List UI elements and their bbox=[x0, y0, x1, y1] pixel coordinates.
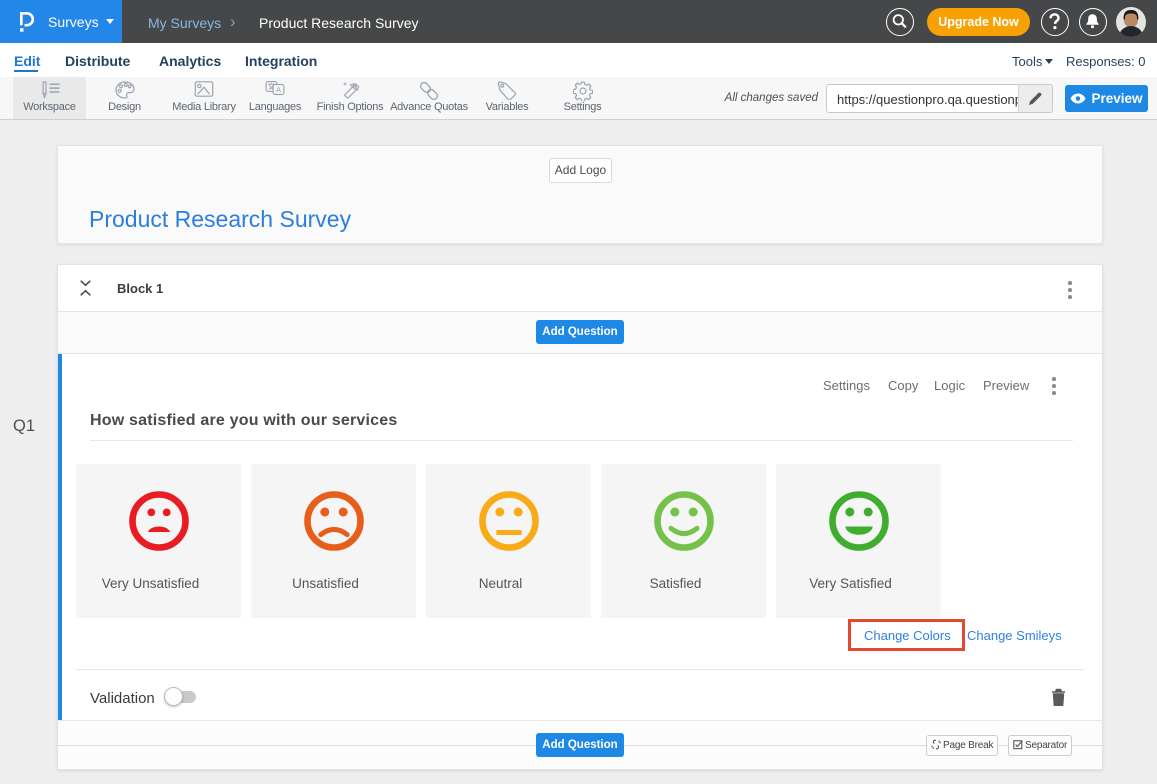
svg-text:A: A bbox=[276, 85, 281, 94]
